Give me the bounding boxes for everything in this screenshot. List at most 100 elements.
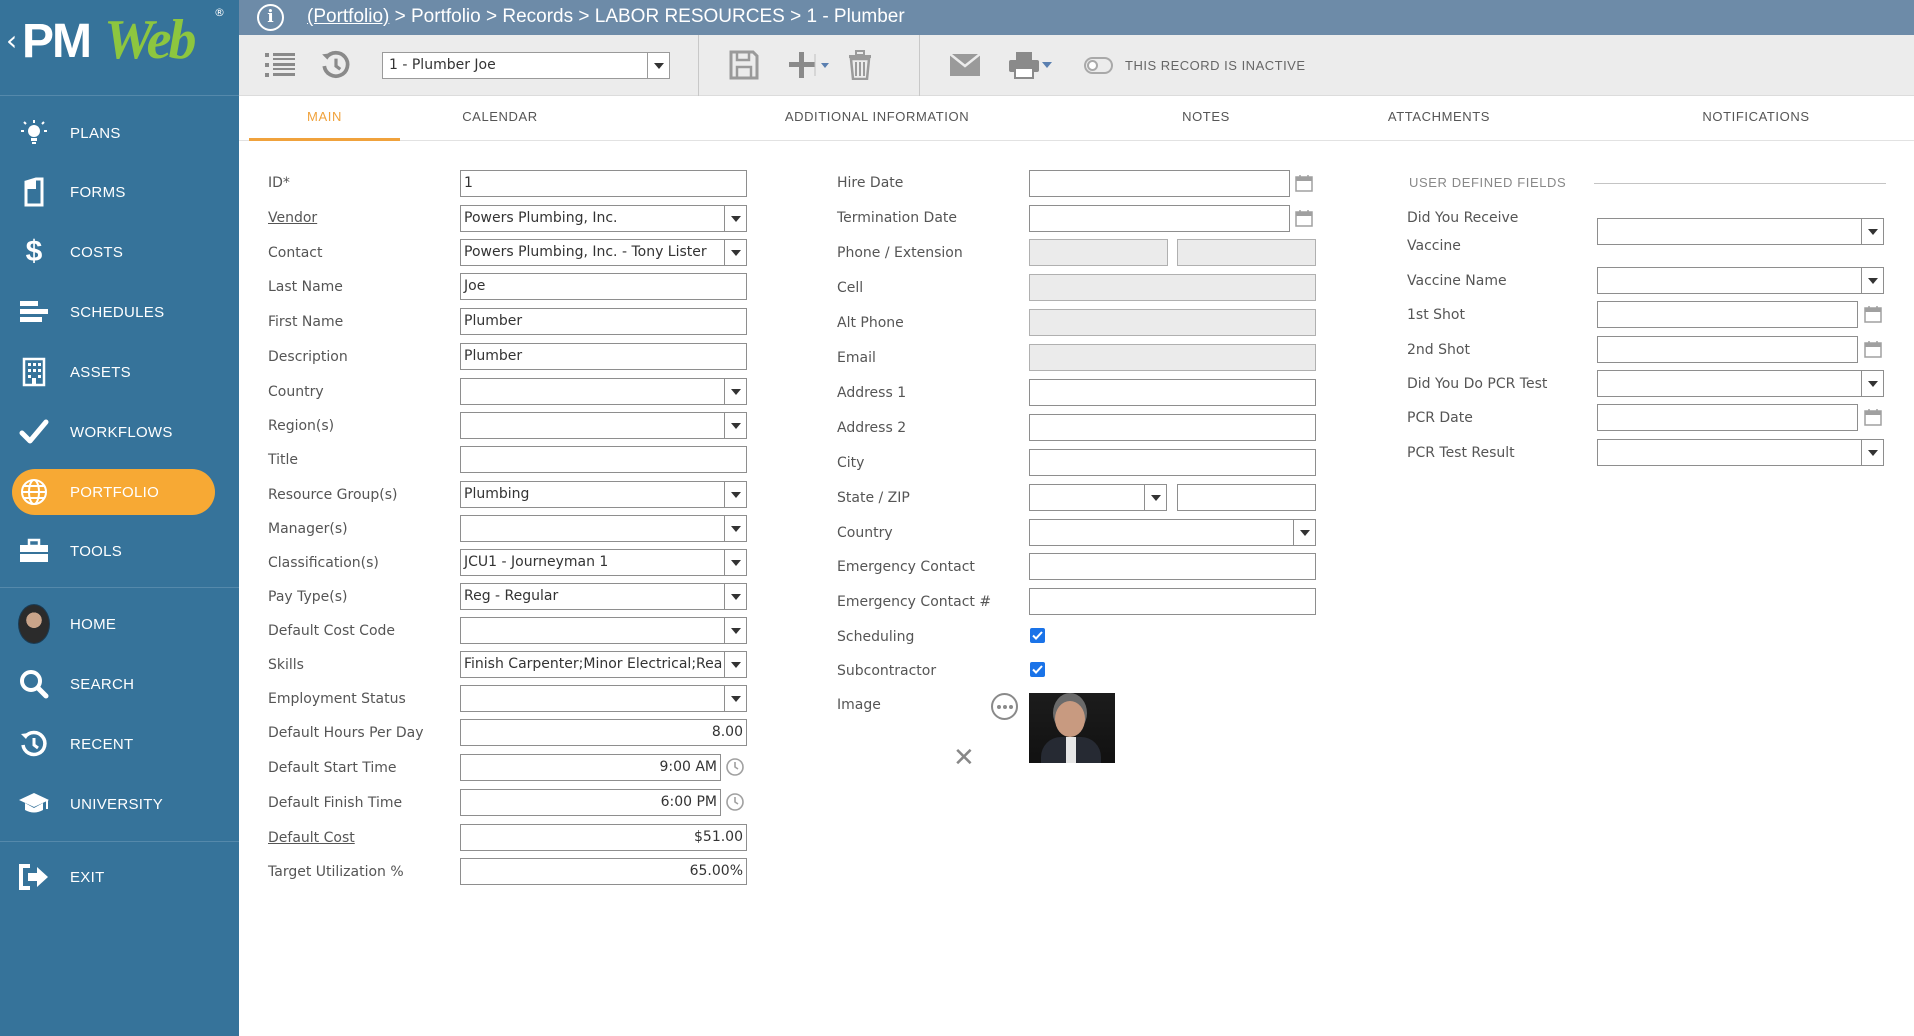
info-icon[interactable]: i (257, 4, 284, 31)
email-field[interactable] (1029, 344, 1316, 371)
pcr-test-select[interactable] (1597, 370, 1884, 397)
close-icon[interactable]: ✕ (953, 745, 975, 771)
sidebar-item-assets[interactable]: ASSETS (0, 347, 239, 397)
calendar-icon[interactable] (1863, 407, 1883, 427)
default-cost-link[interactable]: Default Cost (268, 830, 355, 846)
inactive-toggle[interactable] (1084, 57, 1113, 74)
pcr-result-select[interactable] (1597, 439, 1884, 466)
description-field[interactable]: Plumber (460, 343, 747, 370)
chevron-down-icon[interactable] (724, 584, 746, 609)
chevron-down-icon[interactable] (724, 379, 746, 404)
target-utilization-field[interactable]: 65.00% (460, 858, 747, 885)
second-shot-field[interactable] (1597, 336, 1858, 363)
tab-attachments[interactable]: ATTACHMENTS (1369, 96, 1509, 141)
classifications-select[interactable]: JCU1 - Journeyman 1 (460, 549, 747, 576)
chevron-down-icon[interactable] (724, 618, 746, 643)
chevron-down-icon[interactable] (1144, 485, 1166, 510)
sidebar-item-tools[interactable]: TOOLS (0, 526, 239, 576)
trash-icon[interactable] (843, 48, 877, 82)
save-icon[interactable] (727, 48, 761, 82)
sidebar-item-costs[interactable]: $ COSTS (0, 227, 239, 277)
tab-notes[interactable]: NOTES (1156, 96, 1256, 141)
skills-select[interactable]: Finish Carpenter;Minor Electrical;Rea (460, 651, 747, 678)
cell-field[interactable] (1029, 274, 1316, 301)
clock-icon[interactable] (725, 757, 745, 777)
country-select[interactable] (460, 378, 747, 405)
subcontractor-checkbox[interactable] (1030, 662, 1045, 677)
chevron-down-icon[interactable] (724, 240, 746, 265)
mail-icon[interactable] (948, 48, 982, 82)
default-cost-code-select[interactable] (460, 617, 747, 644)
chevron-down-icon[interactable] (724, 686, 746, 711)
sidebar-item-forms[interactable]: FORMS (0, 167, 239, 217)
chevron-down-icon[interactable] (1861, 371, 1883, 396)
record-selector[interactable]: 1 - Plumber Joe (382, 52, 670, 79)
sidebar-item-university[interactable]: UNIVERSITY (0, 779, 239, 829)
emergency-contact-number-field[interactable] (1029, 588, 1316, 615)
scheduling-checkbox[interactable] (1030, 628, 1045, 643)
chevron-down-icon[interactable] (1293, 520, 1315, 545)
default-cost-field[interactable]: $51.00 (460, 824, 747, 851)
hire-date-field[interactable] (1029, 170, 1290, 197)
sidebar-item-portfolio[interactable]: PORTFOLIO (0, 467, 239, 517)
country-select[interactable] (1029, 519, 1316, 546)
chevron-down-icon[interactable] (1039, 48, 1055, 82)
default-start-field[interactable]: 9:00 AM (460, 754, 721, 781)
city-field[interactable] (1029, 449, 1316, 476)
chevron-down-icon[interactable] (813, 48, 833, 82)
address2-field[interactable] (1029, 414, 1316, 441)
more-options-icon[interactable] (991, 693, 1018, 720)
calendar-icon[interactable] (1294, 173, 1314, 193)
default-hours-field[interactable]: 8.00 (460, 719, 747, 746)
id-field[interactable]: 1 (460, 170, 747, 197)
first-shot-field[interactable] (1597, 301, 1858, 328)
tab-calendar[interactable]: CALENDAR (441, 96, 559, 141)
sidebar-item-search[interactable]: SEARCH (0, 659, 239, 709)
chevron-down-icon[interactable] (647, 53, 669, 78)
zip-field[interactable] (1177, 484, 1316, 511)
contact-select[interactable]: Powers Plumbing, Inc. - Tony Lister (460, 239, 747, 266)
phone-field[interactable] (1029, 239, 1168, 266)
first-name-field[interactable]: Plumber (460, 308, 747, 335)
printer-icon[interactable] (1007, 48, 1041, 82)
sidebar-item-plans[interactable]: PLANS (0, 108, 239, 158)
termination-date-field[interactable] (1029, 205, 1290, 232)
phone-extension-field[interactable] (1177, 239, 1316, 266)
chevron-down-icon[interactable] (1861, 440, 1883, 465)
alt-phone-field[interactable] (1029, 309, 1316, 336)
sidebar-item-recent[interactable]: RECENT (0, 719, 239, 769)
chevron-down-icon[interactable] (724, 413, 746, 438)
tab-additional-information[interactable]: ADDITIONAL INFORMATION (767, 96, 987, 141)
managers-select[interactable] (460, 515, 747, 542)
emergency-contact-field[interactable] (1029, 553, 1316, 580)
clock-icon[interactable] (725, 792, 745, 812)
chevron-down-icon[interactable] (724, 550, 746, 575)
tab-notifications[interactable]: NOTIFICATIONS (1676, 96, 1836, 141)
regions-select[interactable] (460, 412, 747, 439)
received-vaccine-select[interactable] (1597, 218, 1884, 245)
title-field[interactable] (460, 446, 747, 473)
pcr-date-field[interactable] (1597, 404, 1858, 431)
chevron-down-icon[interactable] (724, 206, 746, 231)
calendar-icon[interactable] (1863, 304, 1883, 324)
sidebar-item-home[interactable]: HOME (0, 599, 239, 649)
default-finish-field[interactable]: 6:00 PM (460, 789, 721, 816)
address1-field[interactable] (1029, 379, 1316, 406)
profile-photo[interactable] (1029, 693, 1115, 763)
employment-status-select[interactable] (460, 685, 747, 712)
back-chevron-icon[interactable]: ‹ (6, 24, 17, 57)
sidebar-item-schedules[interactable]: SCHEDULES (0, 287, 239, 337)
vaccine-name-select[interactable] (1597, 267, 1884, 294)
chevron-down-icon[interactable] (1861, 219, 1883, 244)
history-icon[interactable] (319, 48, 353, 82)
chevron-down-icon[interactable] (724, 652, 746, 677)
calendar-icon[interactable] (1294, 208, 1314, 228)
pay-types-select[interactable]: Reg - Regular (460, 583, 747, 610)
sidebar-item-exit[interactable]: EXIT (0, 852, 239, 902)
vendor-link[interactable]: Vendor (268, 210, 317, 226)
sidebar-item-workflows[interactable]: WORKFLOWS (0, 407, 239, 457)
list-icon[interactable] (263, 48, 297, 82)
pmweb-logo[interactable]: ‹ PM Web ® (0, 0, 239, 96)
calendar-icon[interactable] (1863, 339, 1883, 359)
resource-groups-select[interactable]: Plumbing (460, 481, 747, 508)
